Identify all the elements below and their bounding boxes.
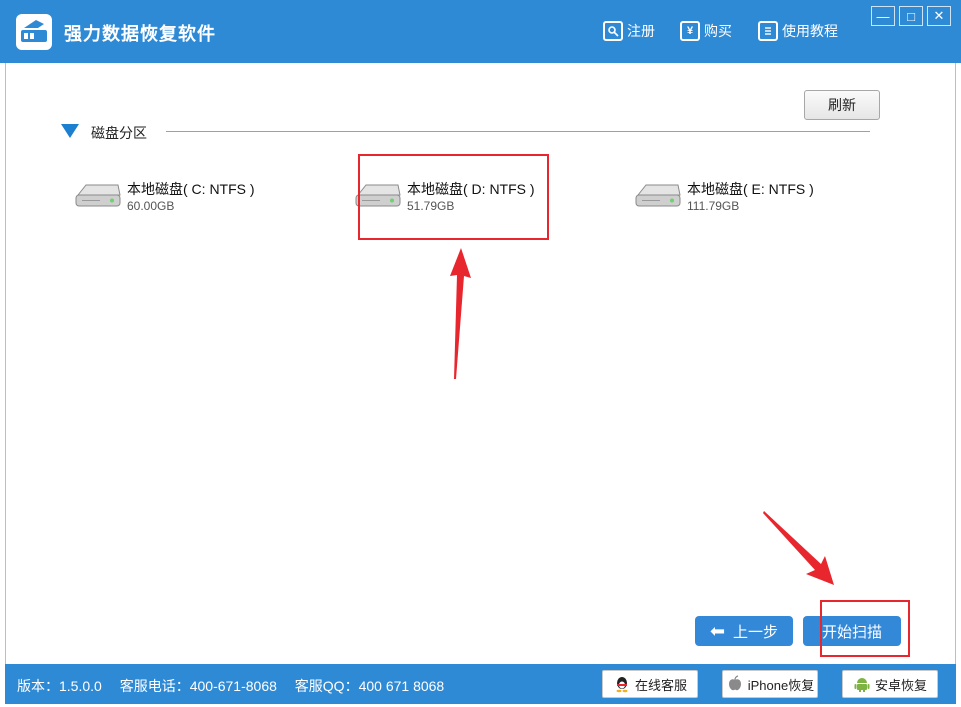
minimize-button[interactable]: —: [871, 6, 895, 26]
title-bar: 强力数据恢复软件 注册 ¥ 购买 使用教程 — □ ✕: [0, 0, 961, 63]
hard-drive-icon: [75, 184, 121, 207]
android-recovery-label: 安卓恢复: [874, 677, 927, 693]
register-label: 注册: [627, 23, 655, 39]
qq-text: 客服QQ：400 671 8068: [294, 678, 445, 694]
disk-size: 111.79GB: [687, 199, 740, 213]
disk-item-c[interactable]: 本地磁盘( C: NTFS ) 60.00GB: [74, 175, 284, 219]
tutorial-link[interactable]: 使用教程: [758, 20, 838, 42]
annotation-arrow-up-icon: [450, 248, 471, 379]
app-logo-icon: [16, 14, 52, 50]
disk-item-e[interactable]: 本地磁盘( E: NTFS ) 111.79GB: [634, 175, 844, 219]
android-recovery-button[interactable]: 安卓恢复: [842, 670, 938, 698]
iphone-recovery-button[interactable]: iPhone恢复: [722, 670, 818, 698]
disk-name: 本地磁盘( C: NTFS ): [127, 181, 255, 197]
status-info: 版本：1.5.0.0 客服电话：400-671-8068 客服QQ：400 67…: [17, 676, 458, 696]
back-button[interactable]: ⬅ 上一步: [695, 616, 793, 646]
annotation-highlight-disk-d: [358, 154, 549, 240]
version-text: 版本：1.5.0.0: [17, 678, 102, 694]
buy-label: 购买: [704, 23, 732, 39]
online-service-label: 在线客服: [634, 677, 687, 693]
collapse-triangle-icon[interactable]: [61, 124, 79, 138]
annotation-arrow-down-icon: [763, 511, 834, 585]
disk-size: 60.00GB: [127, 199, 175, 213]
yen-icon: ¥: [680, 21, 700, 41]
tutorial-label: 使用教程: [782, 23, 838, 39]
status-bar: 版本：1.5.0.0 客服电话：400-671-8068 客服QQ：400 67…: [5, 664, 956, 704]
register-link[interactable]: 注册: [603, 20, 655, 42]
annotation-highlight-scan: [820, 600, 910, 657]
section-divider: [166, 131, 870, 132]
maximize-button[interactable]: □: [899, 6, 923, 26]
android-icon: [854, 678, 870, 692]
close-button[interactable]: ✕: [927, 6, 951, 26]
iphone-recovery-label: iPhone恢复: [747, 677, 815, 693]
search-key-icon: [603, 21, 623, 41]
qq-penguin-icon: [616, 677, 628, 693]
refresh-button[interactable]: 刷新: [804, 90, 880, 120]
phone-text: 客服电话：400-671-8068: [119, 678, 277, 694]
app-title: 强力数据恢复软件: [64, 24, 216, 44]
buy-link[interactable]: ¥ 购买: [680, 20, 732, 42]
back-label: 上一步: [733, 623, 779, 641]
disk-name: 本地磁盘( E: NTFS ): [687, 181, 814, 197]
section-title: 磁盘分区: [91, 125, 147, 141]
document-icon: [758, 21, 778, 41]
back-arrow-icon: ⬅: [709, 620, 726, 641]
apple-icon: [728, 675, 741, 691]
online-service-button[interactable]: 在线客服: [602, 670, 698, 698]
hard-drive-icon: [635, 184, 681, 207]
main-content: 刷新 磁盘分区 本地磁盘( C: NTFS ) 60.00GB 本地磁盘( D:…: [5, 63, 956, 664]
